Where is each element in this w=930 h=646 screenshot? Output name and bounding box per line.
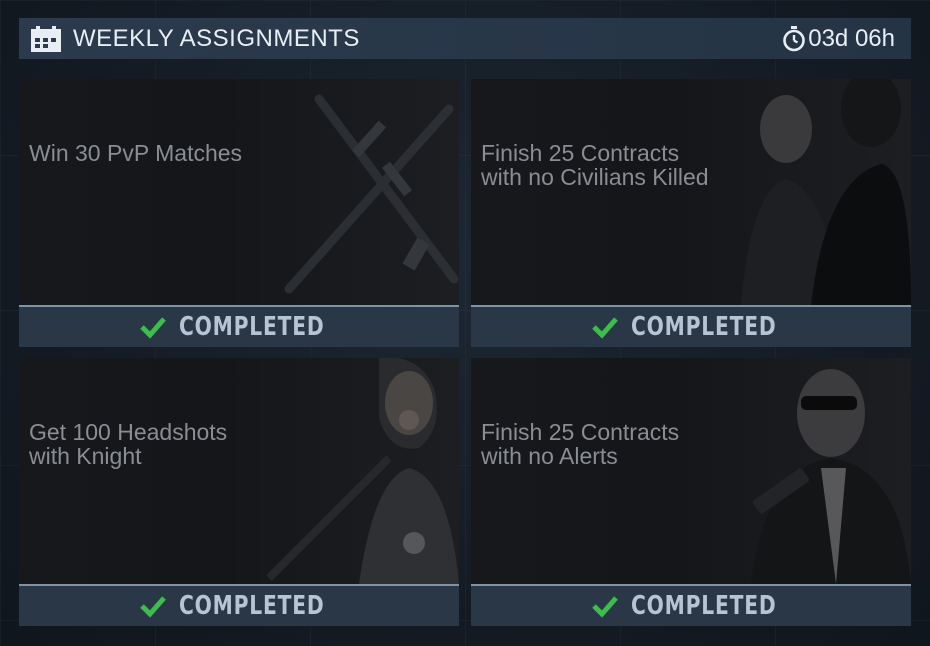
status-completed: COMPLETED bbox=[179, 591, 325, 621]
status-completed: COMPLETED bbox=[631, 312, 777, 342]
assignment-title: Finish 25 Contracts with no Alerts bbox=[481, 419, 680, 469]
assignment-card[interactable]: Finish 25 Contracts with no Civilians Ki… bbox=[471, 79, 911, 347]
weekly-assignments-header: WEEKLY ASSIGNMENTS 03d 06h bbox=[19, 18, 911, 59]
assignment-card[interactable]: Finish 25 Contracts with no Alerts COMPL… bbox=[471, 358, 911, 626]
assignment-card[interactable]: Win 30 PvP Matches COMPLETED bbox=[19, 79, 459, 347]
timer-value: 03d 06h bbox=[808, 24, 895, 52]
status-completed: COMPLETED bbox=[631, 591, 777, 621]
status-bar: COMPLETED bbox=[471, 305, 911, 347]
assignment-title: Win 30 PvP Matches bbox=[29, 140, 243, 166]
checkmark-icon bbox=[592, 596, 618, 618]
hitman-artwork bbox=[471, 358, 911, 584]
status-completed: COMPLETED bbox=[179, 312, 325, 342]
stopwatch-icon bbox=[783, 25, 806, 51]
status-bar: COMPLETED bbox=[471, 584, 911, 626]
page-title: WEEKLY ASSIGNMENTS bbox=[73, 24, 360, 52]
assignment-card[interactable]: Get 100 Headshots with Knight COMPLETED bbox=[19, 358, 459, 626]
assignment-title: Finish 25 Contracts with no Civilians Ki… bbox=[481, 140, 709, 190]
calendar-icon bbox=[31, 25, 61, 53]
reset-timer: 03d 06h bbox=[782, 25, 895, 53]
assignment-title: Get 100 Headshots with Knight bbox=[29, 419, 228, 469]
checkmark-icon bbox=[140, 596, 166, 618]
status-bar: COMPLETED bbox=[19, 305, 459, 347]
checkmark-icon bbox=[592, 317, 618, 339]
agents-artwork bbox=[471, 79, 911, 305]
knight-artwork bbox=[19, 358, 459, 584]
rifles-artwork bbox=[19, 79, 459, 305]
checkmark-icon bbox=[140, 317, 166, 339]
status-bar: COMPLETED bbox=[19, 584, 459, 626]
